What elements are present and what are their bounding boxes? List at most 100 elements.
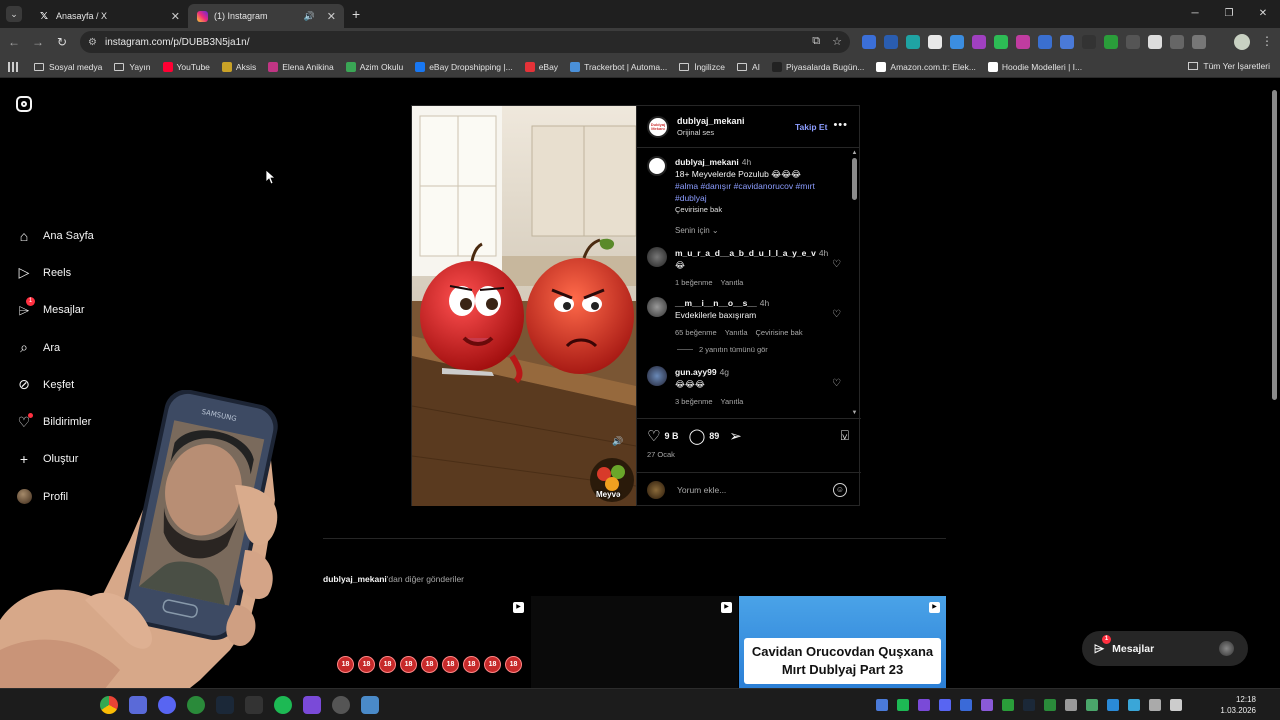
bookmark-item[interactable]: Piyasalarda Bugün... <box>771 61 864 72</box>
bookmark-item[interactable]: Aksis <box>221 61 256 72</box>
view-replies-link[interactable]: 2 yanıtın tümünü gör <box>677 345 841 354</box>
comment-like-icon[interactable]: ♡ <box>832 378 841 389</box>
comment-icon[interactable]: ◯ <box>688 427 705 445</box>
bookmark-item[interactable]: eBay <box>524 61 558 72</box>
reload-button[interactable]: ↻ <box>50 35 74 49</box>
like-count[interactable]: 9 B <box>664 431 678 441</box>
save-icon[interactable]: ⍌ <box>841 427 849 444</box>
extension-icon[interactable] <box>994 35 1008 49</box>
extensions-puzzle-icon[interactable] <box>1170 35 1184 49</box>
like-count[interactable]: 65 beğenme <box>675 328 717 337</box>
tray-icon[interactable] <box>939 699 951 711</box>
commenter-avatar[interactable] <box>647 247 667 267</box>
extension-icon[interactable] <box>1148 35 1162 49</box>
like-count[interactable]: 3 beğenme <box>675 397 713 406</box>
close-icon[interactable]: ✕ <box>327 10 336 23</box>
mute-icon[interactable]: 🔊 <box>612 436 623 447</box>
like-icon[interactable]: ♡ <box>647 427 660 445</box>
hashtags[interactable]: #alma #danışır #cavidanorucov #mırt #dub… <box>675 180 833 204</box>
comment-username[interactable]: m_u_r_a_d__a_b_d_u_l_l_a_y_e_v <box>675 248 816 258</box>
comment-username[interactable]: gun.ayy99 <box>675 367 717 377</box>
comment-username[interactable]: __m__i__n__o__s__ <box>675 298 757 308</box>
tray-icon[interactable] <box>1065 699 1077 711</box>
tray-icon[interactable] <box>1002 699 1014 711</box>
discord-icon[interactable] <box>158 696 176 714</box>
more-options-icon[interactable]: ••• <box>833 119 848 131</box>
volume-icon[interactable] <box>1170 699 1182 711</box>
new-tab-button[interactable]: + <box>352 6 360 22</box>
comment-sort-dropdown[interactable]: Senin için ⌄ <box>675 226 841 235</box>
tray-icon[interactable] <box>1086 699 1098 711</box>
tab-x[interactable]: 𝕏 Anasayfa / X ✕ <box>30 4 188 28</box>
scroll-down-arrow-icon[interactable]: ▼ <box>851 410 858 416</box>
sidebar-item-search[interactable]: ⌕ Ara <box>16 329 94 366</box>
bluetooth-icon[interactable] <box>960 699 972 711</box>
site-info-icon[interactable]: ⚙ <box>88 37 97 48</box>
tray-icon[interactable] <box>1128 699 1140 711</box>
post-thumbnail[interactable]: ▶ Cavidan Orucovdan Quşxana Mırt Dublyaj… <box>739 596 946 688</box>
audio-label[interactable]: Orijinal ses <box>677 128 745 137</box>
forward-button[interactable]: → <box>26 35 50 49</box>
messages-floating-button[interactable]: ⌲ 1 Mesajlar <box>1082 631 1248 666</box>
reply-link[interactable]: Yanıtla <box>721 397 744 406</box>
follow-button[interactable]: Takip Et <box>795 122 827 132</box>
sidebar-item-messages[interactable]: ⌲ 1 Mesajlar <box>16 292 94 329</box>
extension-icon[interactable] <box>1038 35 1052 49</box>
minimize-button[interactable]: ─ <box>1178 0 1212 28</box>
bookmark-item[interactable]: Azim Okulu <box>345 61 403 72</box>
comment-username[interactable]: dublyaj_mekani <box>675 157 739 167</box>
app-icon[interactable] <box>303 696 321 714</box>
see-translation-link[interactable]: Çevirisine bak <box>675 204 833 216</box>
app-icon[interactable] <box>332 696 350 714</box>
media-control-icon[interactable] <box>1192 35 1206 49</box>
scrollbar-thumb[interactable] <box>852 158 857 200</box>
close-icon[interactable]: ✕ <box>171 10 180 23</box>
profile-avatar[interactable] <box>1234 34 1250 50</box>
extension-icon[interactable] <box>862 35 876 49</box>
author-avatar[interactable]: Dublyaj Mekanı <box>647 115 669 138</box>
install-icon[interactable]: ⧉ <box>812 35 820 48</box>
bookmark-item[interactable]: Yayın <box>114 62 151 72</box>
bookmark-item[interactable]: Sosyal medya <box>34 62 102 72</box>
post-thumbnail[interactable]: ▶ 18 18 18 18 18 18 18 18 18 <box>323 596 530 688</box>
post-video[interactable]: Meyvə 🔊 <box>412 106 636 506</box>
reply-link[interactable]: Yanıtla <box>725 328 748 337</box>
all-bookmarks-folder[interactable]: Tüm Yer İşaretleri <box>1188 61 1270 71</box>
tray-icon[interactable] <box>918 699 930 711</box>
terminal-icon[interactable] <box>245 696 263 714</box>
apps-grid-icon[interactable] <box>8 61 18 72</box>
chrome-icon[interactable] <box>100 696 118 714</box>
tray-icon[interactable] <box>1107 699 1119 711</box>
comments-list[interactable]: dublyaj_mekani 4h 18+ Meyvelerde Pozulub … <box>637 150 851 416</box>
extension-icon[interactable] <box>928 35 942 49</box>
bookmark-item[interactable]: Hoodie Modelleri | I... <box>987 61 1082 72</box>
bookmark-item[interactable]: İngilizce <box>679 62 725 72</box>
speaker-icon[interactable]: 🔊 <box>304 11 315 22</box>
more-posts-username[interactable]: dublyaj_mekani <box>323 574 387 584</box>
see-translation-link[interactable]: Çevirisine bak <box>756 328 803 337</box>
bookmark-item[interactable]: Amazon.com.tr: Elek... <box>876 61 976 72</box>
extension-icon[interactable] <box>1060 35 1074 49</box>
microphone-icon[interactable] <box>1149 699 1161 711</box>
extension-icon[interactable] <box>1104 35 1118 49</box>
page-scrollbar[interactable] <box>1272 82 1277 682</box>
extension-icon[interactable] <box>906 35 920 49</box>
bookmark-item[interactable]: eBay Dropshipping |... <box>415 61 513 72</box>
extension-icon[interactable] <box>884 35 898 49</box>
commenter-avatar[interactable] <box>647 366 667 386</box>
browser-menu-icon[interactable]: ⋮ <box>1261 34 1273 48</box>
extension-icon[interactable] <box>1082 35 1096 49</box>
tab-instagram[interactable]: (1) Instagram 🔊 ✕ <box>188 4 344 28</box>
xbox-icon[interactable] <box>187 696 205 714</box>
reply-link[interactable]: Yanıtla <box>721 278 744 287</box>
post-thumbnail[interactable]: ▶ <box>531 596 738 688</box>
comment-like-icon[interactable]: ♡ <box>832 309 841 320</box>
spotify-icon[interactable] <box>274 696 292 714</box>
emoji-picker-icon[interactable]: ☺ <box>833 483 847 497</box>
comments-scrollbar[interactable]: ▲ ▼ <box>851 150 858 416</box>
tray-icon[interactable] <box>1044 699 1056 711</box>
commenter-avatar[interactable] <box>647 297 667 317</box>
tab-search-icon[interactable]: ⌄ <box>6 6 22 22</box>
comment-like-icon[interactable]: ♡ <box>832 259 841 270</box>
address-bar[interactable]: ⚙ instagram.com/p/DUBB3N5ja1n/ ⧉ ☆ <box>80 31 850 53</box>
